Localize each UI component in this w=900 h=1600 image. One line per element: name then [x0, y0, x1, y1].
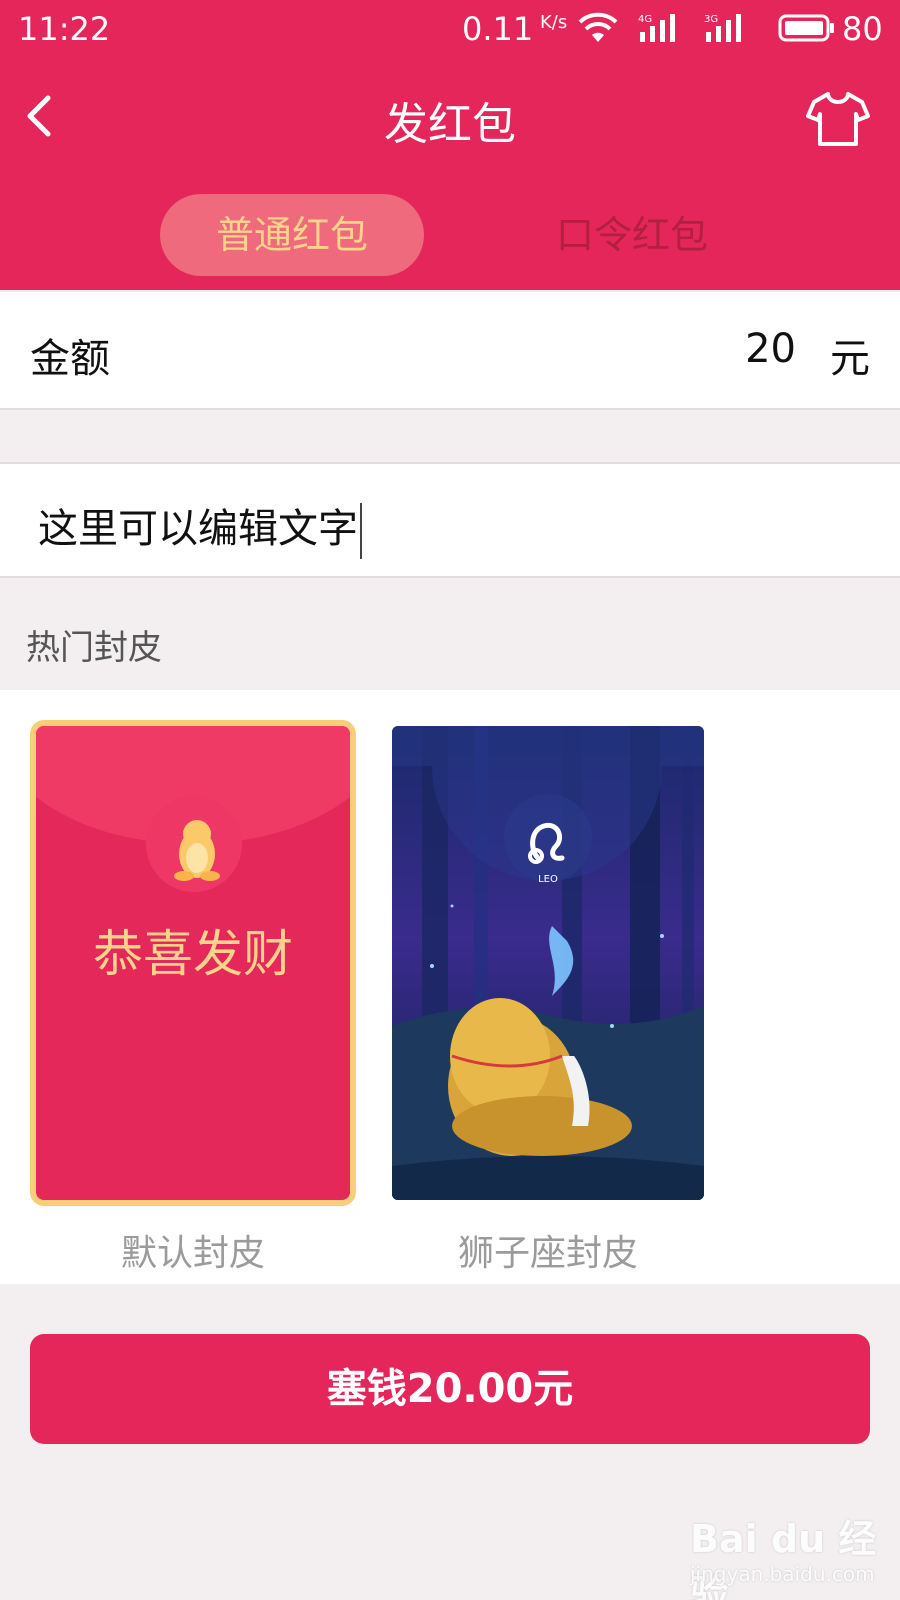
- amount-unit: 元: [830, 336, 870, 382]
- tshirt-icon: [806, 92, 870, 146]
- message-field[interactable]: 这里可以编辑文字: [0, 462, 900, 578]
- svg-text:3G: 3G: [704, 14, 718, 25]
- header-bar: 11:22 0.11 K/s 4G 3G 80 发红包 普通红包 口令红包: [0, 0, 900, 290]
- signal-3g-icon: 3G: [704, 14, 741, 42]
- leo-illustration: LEO: [392, 726, 704, 1200]
- wifi-icon: [578, 12, 618, 42]
- amount-input[interactable]: 20: [745, 326, 796, 372]
- leo-text: LEO: [538, 874, 558, 885]
- status-time: 11:22: [18, 10, 111, 48]
- penguin-icon: [174, 820, 220, 881]
- tab-normal-packet[interactable]: 普通红包: [160, 194, 424, 276]
- baidu-watermark: Bai du 经验 jingyan.baidu.com: [690, 1508, 890, 1600]
- network-speed: 0.11: [462, 10, 534, 48]
- cover-greeting: 恭喜发财: [93, 925, 293, 983]
- amount-field[interactable]: 金额 20 元: [0, 292, 900, 410]
- skin-default-card[interactable]: 恭喜发财: [30, 720, 356, 1206]
- battery-icon: [778, 14, 834, 42]
- message-input[interactable]: 这里可以编辑文字: [38, 496, 362, 559]
- skin-leo-card[interactable]: LEO: [392, 726, 704, 1200]
- tab-password-packet[interactable]: 口令红包: [500, 194, 764, 276]
- text-caret: [360, 503, 362, 559]
- skin-default-caption: 默认封皮: [120, 1233, 265, 1274]
- page-title: 发红包: [384, 99, 516, 150]
- network-speed-unit: K/s: [540, 12, 568, 33]
- skin-shop-button[interactable]: [806, 88, 870, 148]
- watermark-url: jingyan.baidu.com: [690, 1562, 875, 1586]
- amount-label: 金额: [30, 336, 110, 382]
- svg-text:4G: 4G: [638, 14, 652, 25]
- signal-4g-icon: 4G: [638, 14, 675, 42]
- skin-leo-caption: 狮子座封皮: [457, 1233, 638, 1274]
- watermark-logo: Bai du 经验: [690, 1517, 877, 1600]
- battery-level: 80: [842, 10, 883, 48]
- message-text: 这里可以编辑文字: [38, 506, 358, 552]
- send-money-button[interactable]: 塞钱20.00元: [30, 1334, 870, 1444]
- status-bar: 11:22 0.11 K/s 4G 3G 80: [0, 0, 900, 56]
- section-title-hot-skins: 热门封皮: [26, 628, 162, 668]
